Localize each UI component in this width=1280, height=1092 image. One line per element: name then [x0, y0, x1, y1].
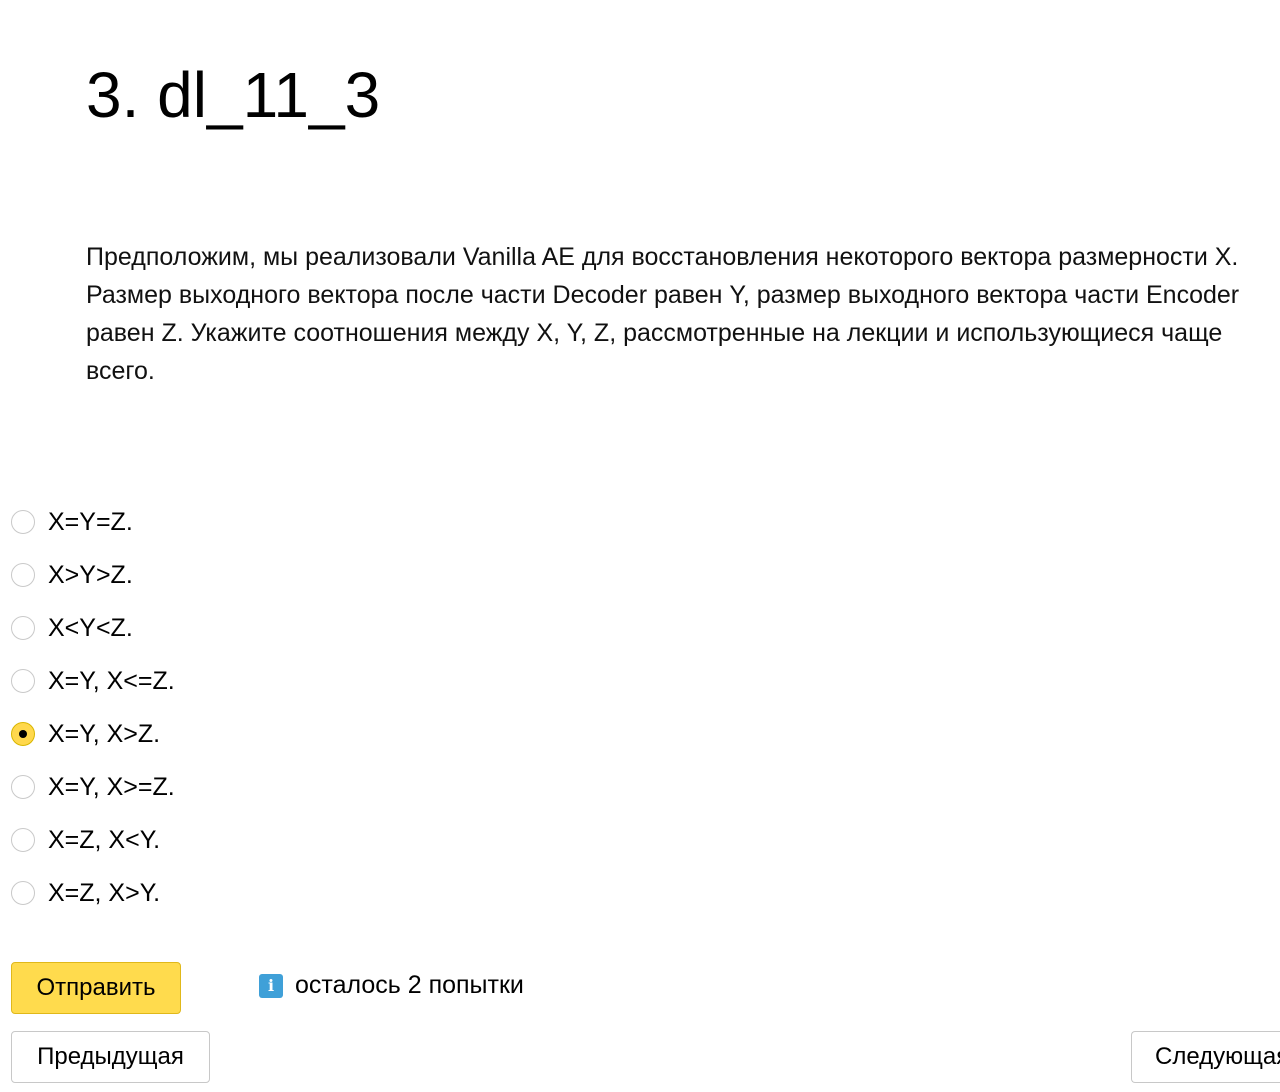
radio-button[interactable]	[11, 562, 35, 587]
radio-button[interactable]	[11, 509, 35, 534]
answer-option[interactable]: X<Y<Z.	[10, 601, 610, 654]
question-text: Предположим, мы реализовали Vanilla AE д…	[86, 243, 1240, 385]
radio-button[interactable]	[11, 615, 35, 640]
answer-option-label: X=Y, X<=Z.	[48, 666, 175, 695]
previous-button[interactable]: Предыдущая	[11, 1031, 210, 1083]
answer-option-label: X=Y, X>Z.	[48, 719, 161, 748]
answer-options: X=Y=Z. X>Y>Z. X<Y<Z. X=Y, X<=Z. X=Y, X>Z…	[10, 495, 610, 919]
answer-option[interactable]: X=Z, X>Y.	[10, 866, 610, 919]
radio-button[interactable]	[11, 774, 35, 799]
radio-button[interactable]	[11, 721, 35, 746]
answer-option-label: X=Y, X>=Z.	[48, 772, 175, 801]
answer-option[interactable]: X=Y, X<=Z.	[10, 654, 610, 707]
radio-button[interactable]	[11, 880, 35, 905]
answer-option[interactable]: X=Y, X>=Z.	[10, 760, 610, 813]
info-icon: i	[259, 973, 283, 998]
answer-option[interactable]: X=Y=Z.	[10, 495, 610, 548]
attempts-info: i осталось 2 попытки	[259, 971, 524, 1000]
quiz-page: 3. dl_11_3 Предположим, мы реализовали V…	[0, 0, 1280, 1092]
next-button[interactable]: Следующая	[1131, 1031, 1280, 1083]
answer-option[interactable]: X=Z, X<Y.	[10, 813, 610, 866]
answer-option-label: X<Y<Z.	[48, 613, 133, 642]
radio-button[interactable]	[11, 827, 35, 852]
answer-option-label: X=Z, X>Y.	[48, 878, 161, 907]
page-title: 3. dl_11_3	[86, 58, 381, 131]
answer-option[interactable]: X>Y>Z.	[10, 548, 610, 601]
radio-button[interactable]	[11, 668, 35, 693]
answer-option[interactable]: X=Y, X>Z.	[10, 707, 610, 760]
answer-option-label: X=Y=Z.	[48, 507, 133, 536]
answer-option-label: X=Z, X<Y.	[48, 825, 161, 854]
submit-button[interactable]: Отправить	[11, 962, 181, 1014]
answer-option-label: X>Y>Z.	[48, 560, 133, 589]
attempts-text: осталось 2 попытки	[295, 971, 524, 999]
